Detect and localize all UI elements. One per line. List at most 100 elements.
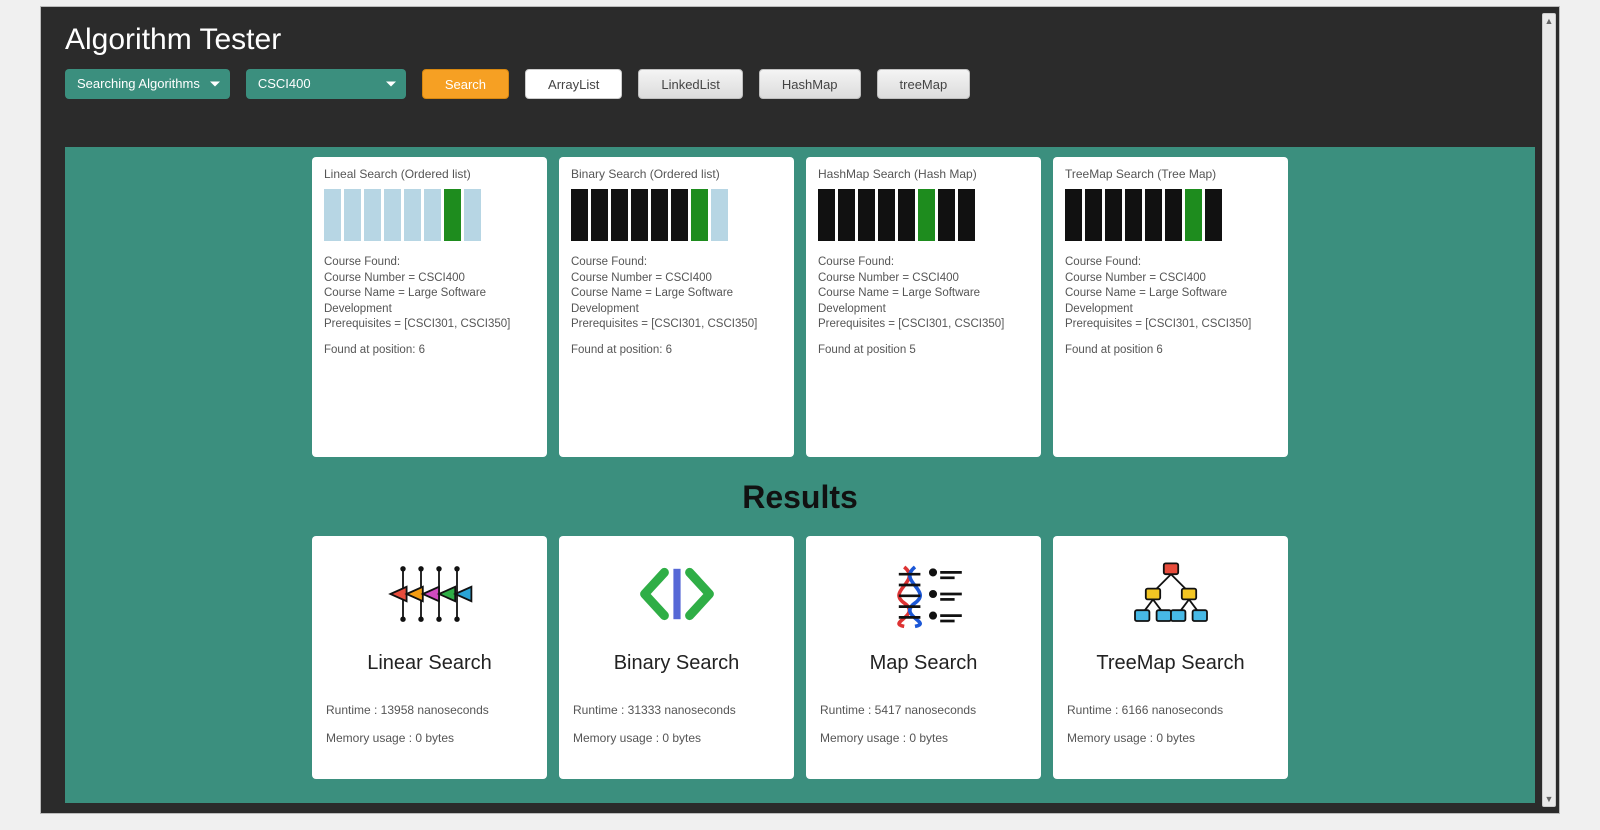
tab-arraylist[interactable]: ArrayList — [525, 69, 622, 99]
viz-bar — [571, 189, 588, 241]
results-row: Linear Search Runtime : 13958 nanoseconds… — [65, 526, 1535, 803]
viz-info-line: Prerequisites = [CSCI301, CSCI350] — [571, 317, 782, 333]
result-icon-wrap — [380, 554, 480, 634]
treemap-icon — [1126, 558, 1216, 630]
viz-info-line: Course Name = Large Software Development — [818, 286, 1029, 317]
viz-bar — [918, 189, 935, 241]
result-runtime: Runtime : 6166 nanoseconds — [1067, 703, 1223, 717]
course-select[interactable]: CSCI400 — [246, 69, 406, 99]
algorithm-select[interactable]: Searching Algorithms — [65, 69, 230, 99]
viz-bar — [591, 189, 608, 241]
viz-bars — [324, 189, 535, 241]
viz-info-line: Course Number = CSCI400 — [818, 271, 1029, 287]
binary-search-icon — [632, 558, 722, 630]
tab-hashmap[interactable]: HashMap — [759, 69, 861, 99]
viz-info-line: Course Found: — [818, 255, 1029, 271]
viz-bars — [571, 189, 782, 241]
result-memory: Memory usage : 0 bytes — [1067, 731, 1195, 745]
viz-info-line: Course Name = Large Software Development — [324, 286, 535, 317]
viz-info-line: Course Number = CSCI400 — [1065, 271, 1276, 287]
result-runtime: Runtime : 31333 nanoseconds — [573, 703, 736, 717]
result-memory: Memory usage : 0 bytes — [820, 731, 948, 745]
viz-found-line: Found at position 5 — [818, 343, 1029, 359]
viz-card-title: TreeMap Search (Tree Map) — [1065, 167, 1276, 181]
viz-bar — [938, 189, 955, 241]
viz-card: HashMap Search (Hash Map)Course Found:Co… — [806, 157, 1041, 457]
result-card: Map Search Runtime : 5417 nanoseconds Memo… — [806, 536, 1041, 779]
viz-card-title: Lineal Search (Ordered list) — [324, 167, 535, 181]
tab-treemap[interactable]: treeMap — [877, 69, 971, 99]
viz-bar — [858, 189, 875, 241]
result-name: Map Search — [870, 652, 978, 675]
toolbar: Searching Algorithms CSCI400 Search Arra… — [41, 69, 1559, 119]
result-card: Binary Search Runtime : 31333 nanoseconds… — [559, 536, 794, 779]
viz-bar — [878, 189, 895, 241]
viz-bars — [818, 189, 1029, 241]
algorithm-select-value: Searching Algorithms — [77, 76, 200, 91]
viz-bar — [424, 189, 441, 241]
result-icon-wrap — [627, 554, 727, 634]
result-card: TreeMap Search Runtime : 6166 nanoseconds… — [1053, 536, 1288, 779]
result-name: TreeMap Search — [1096, 652, 1244, 675]
viz-info-line: Course Found: — [1065, 255, 1276, 271]
viz-bar — [1145, 189, 1162, 241]
viz-info-line: Prerequisites = [CSCI301, CSCI350] — [324, 317, 535, 333]
viz-info-line: Course Found: — [324, 255, 535, 271]
result-card: Linear Search Runtime : 13958 nanoseconds… — [312, 536, 547, 779]
viz-bar — [691, 189, 708, 241]
viz-bar — [1085, 189, 1102, 241]
viz-bar — [838, 189, 855, 241]
header: Algorithm Tester — [41, 7, 1559, 69]
viz-info-line: Course Name = Large Software Development — [571, 286, 782, 317]
result-runtime: Runtime : 5417 nanoseconds — [820, 703, 976, 717]
search-button[interactable]: Search — [422, 69, 509, 99]
chevron-down-icon — [210, 82, 220, 87]
viz-info-line: Course Number = CSCI400 — [571, 271, 782, 287]
viz-info-line: Course Found: — [571, 255, 782, 271]
viz-bar — [611, 189, 628, 241]
viz-bar — [444, 189, 461, 241]
result-icon-wrap — [874, 554, 974, 634]
viz-bars — [1065, 189, 1276, 241]
viz-bar — [464, 189, 481, 241]
chevron-down-icon — [386, 82, 396, 87]
viz-bar — [384, 189, 401, 241]
viz-bar — [1065, 189, 1082, 241]
result-name: Linear Search — [367, 652, 492, 675]
viz-bar — [651, 189, 668, 241]
result-memory: Memory usage : 0 bytes — [573, 731, 701, 745]
viz-bar — [671, 189, 688, 241]
result-runtime: Runtime : 13958 nanoseconds — [326, 703, 489, 717]
app-window: Algorithm Tester Searching Algorithms CS… — [40, 6, 1560, 814]
viz-bar — [1185, 189, 1202, 241]
viz-card: Lineal Search (Ordered list) Course Found… — [312, 157, 547, 457]
scroll-up-icon[interactable]: ▲ — [1543, 14, 1555, 28]
viz-card-title: HashMap Search (Hash Map) — [818, 167, 1029, 181]
viz-bar — [958, 189, 975, 241]
viz-info-line: Prerequisites = [CSCI301, CSCI350] — [818, 317, 1029, 333]
viz-bar — [404, 189, 421, 241]
viz-bar — [344, 189, 361, 241]
result-name: Binary Search — [614, 652, 740, 675]
viz-bar — [364, 189, 381, 241]
viz-card: TreeMap Search (Tree Map)Course Found:Co… — [1053, 157, 1288, 457]
content-area[interactable]: Lineal Search (Ordered list) Course Found… — [65, 147, 1535, 803]
viz-card-title: Binary Search (Ordered list) — [571, 167, 782, 181]
scroll-down-icon[interactable]: ▼ — [1543, 792, 1555, 806]
viz-found-line: Found at position: 6 — [571, 343, 782, 359]
course-select-value: CSCI400 — [258, 76, 311, 91]
linear-search-icon — [385, 558, 475, 630]
map-search-icon — [879, 558, 969, 630]
tab-linkedlist[interactable]: LinkedList — [638, 69, 743, 99]
viz-info-line: Course Number = CSCI400 — [324, 271, 535, 287]
viz-found-line: Found at position: 6 — [324, 343, 535, 359]
viz-bar — [898, 189, 915, 241]
viz-bar — [1165, 189, 1182, 241]
window-scrollbar[interactable]: ▲ ▼ — [1542, 13, 1556, 807]
viz-bar — [1105, 189, 1122, 241]
result-icon-wrap — [1121, 554, 1221, 634]
app-title: Algorithm Tester — [65, 23, 1535, 57]
visualization-row: Lineal Search (Ordered list) Course Found… — [65, 147, 1535, 471]
viz-bar — [1205, 189, 1222, 241]
viz-info-line: Course Name = Large Software Development — [1065, 286, 1276, 317]
